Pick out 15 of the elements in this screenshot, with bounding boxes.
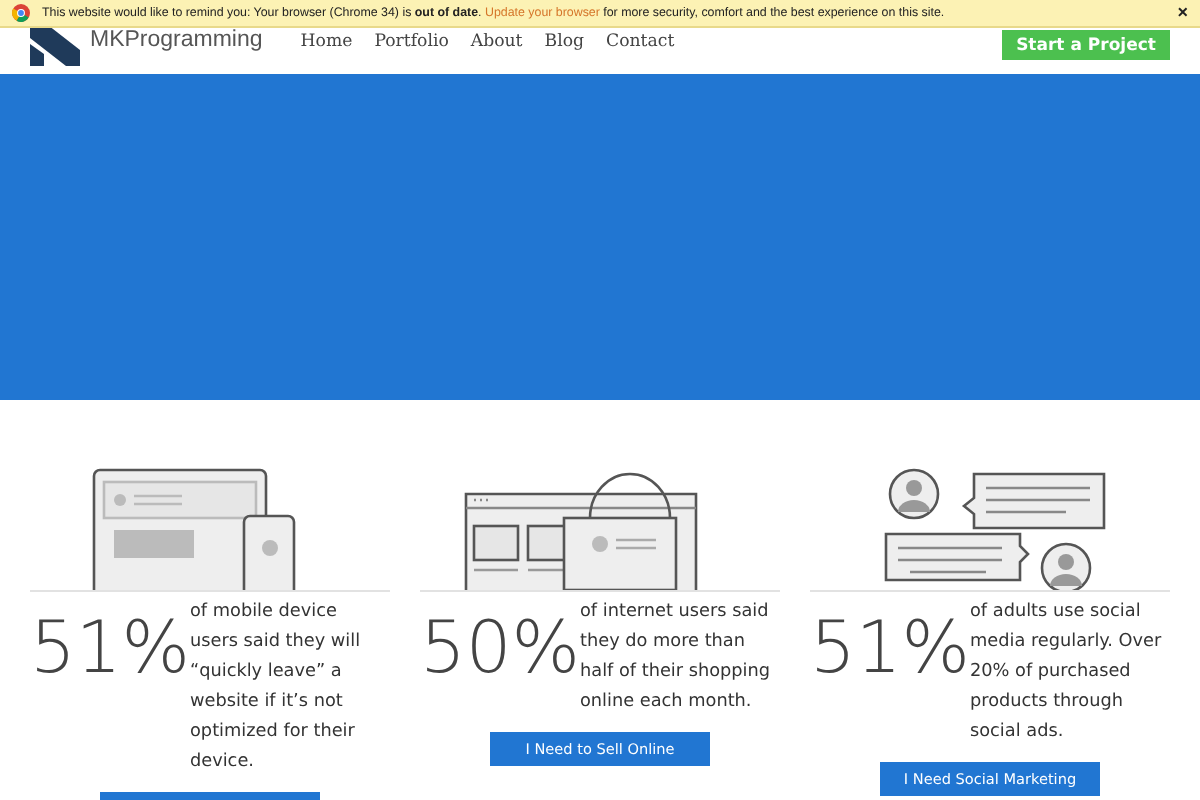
- stat-description: of mobile device users said they will “quickly leave” a website if it’s not optimized for their device.: [190, 600, 363, 776]
- nav-link[interactable]: Home: [300, 32, 353, 54]
- close-button[interactable]: ×: [1177, 4, 1188, 22]
- browser-logo-icon: [12, 4, 30, 22]
- nav-link[interactable]: Contact: [606, 32, 675, 54]
- stat-description: of adults use social media regularly. Over 20% of purchased products through social ads.: [970, 600, 1164, 746]
- logo-icon: [30, 22, 80, 66]
- brand-name: MKProgramming: [90, 28, 263, 52]
- stat-description: of internet users said they do more than half of their shopping online each month.: [580, 600, 773, 716]
- nav-link[interactable]: About: [470, 32, 523, 54]
- nav-link[interactable]: Blog: [544, 32, 585, 54]
- stat-number: 50%: [420, 610, 580, 690]
- nav-link[interactable]: Portfolio: [374, 32, 449, 54]
- stat-number: 51%: [30, 610, 190, 690]
- stat-number: 51%: [810, 610, 970, 690]
